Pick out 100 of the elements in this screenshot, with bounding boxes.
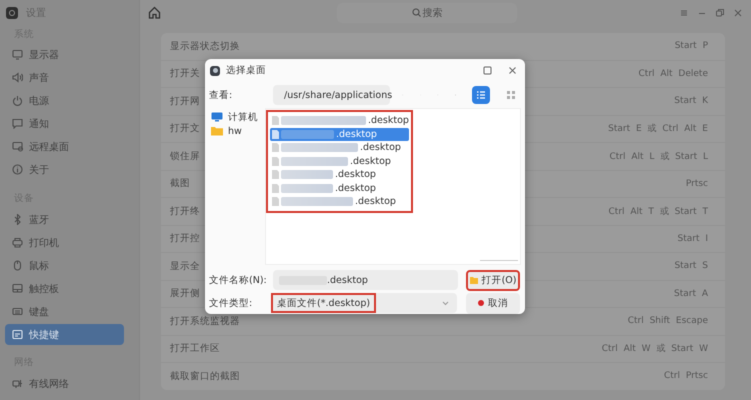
place-label: 计算机 — [228, 110, 258, 124]
filename-value: .desktop — [327, 274, 368, 286]
dialog-icon — [210, 66, 220, 76]
sidebar-item[interactable]: 鼠标 — [0, 254, 139, 277]
search-field[interactable]: 搜索 — [337, 2, 517, 22]
app-icon — [6, 6, 18, 18]
file-name: .desktop — [360, 142, 401, 154]
view-mode-button[interactable] — [472, 86, 490, 104]
file-row[interactable]: .desktop — [270, 114, 409, 128]
list-view-icon — [476, 90, 486, 100]
shortcut-row[interactable]: 截取窗口的截图 Ctrl Prtsc — [161, 363, 725, 390]
shortcut-name: 显示器状态切换 — [170, 40, 240, 53]
redacted-bar — [281, 130, 334, 139]
place-item[interactable]: hw — [208, 125, 263, 137]
shortcut-name: 截取窗口的截图 — [170, 370, 240, 383]
shortcut-name: 打开系统监视器 — [170, 314, 240, 328]
redacted-bar — [281, 197, 353, 206]
shortcut-keys: Ctrl Alt W 或 Start W — [602, 342, 708, 356]
file-row[interactable]: .desktop — [270, 154, 409, 168]
info-icon — [12, 164, 23, 175]
message-icon — [12, 118, 23, 129]
path-text: /usr/share/applications — [284, 90, 392, 100]
shortcut-keys: Start K — [674, 96, 708, 106]
shortcut-name: 打开终 — [170, 204, 200, 218]
shortcut-keys: Start I — [677, 234, 708, 244]
sidebar-item[interactable]: 快捷键 — [5, 324, 124, 345]
sidebar-item[interactable]: 远程桌面 — [0, 135, 139, 158]
grid-view-icon — [506, 90, 516, 100]
shortcut-keys: Ctrl Alt L 或 Start L — [609, 150, 708, 163]
place-label: hw — [228, 126, 242, 136]
power-icon — [12, 95, 23, 106]
file-name: .desktop — [336, 128, 377, 140]
cancel-button[interactable]: 取消 — [466, 292, 520, 314]
close-icon[interactable] — [508, 66, 517, 75]
shortcut-row[interactable]: 显示器状态切换 Start P — [161, 33, 725, 60]
shortcut-name: 截图 — [170, 177, 190, 190]
dot-icon — [478, 300, 484, 306]
file-name: .desktop — [350, 156, 391, 167]
touchpad-icon — [12, 283, 23, 294]
redacted-bar — [281, 156, 348, 166]
file-name: .desktop — [335, 169, 376, 180]
file-row[interactable]: .desktop — [270, 168, 409, 182]
bluetooth-icon — [12, 214, 23, 225]
home-icon[interactable] — [148, 6, 161, 19]
network-icon — [12, 378, 23, 389]
file-row[interactable]: .desktop — [270, 128, 409, 141]
filetype-label: 文件类型: — [209, 296, 254, 310]
monitor-icon — [12, 141, 23, 152]
shortcut-keys: Start A — [674, 288, 708, 299]
folder-icon — [470, 276, 478, 284]
shortcut-name: 打开关 — [170, 67, 200, 80]
sidebar-item[interactable]: 触控板 — [0, 277, 139, 300]
chevron-icon — [442, 300, 450, 306]
monitor-icon — [12, 49, 23, 60]
sidebar-item[interactable]: 关于 — [0, 158, 139, 181]
restore-icon[interactable] — [715, 8, 725, 18]
sidebar-item[interactable]: 显示器 — [0, 43, 139, 66]
filetype-value: 桌面文件(*.desktop) — [271, 293, 376, 313]
keyboard-icon — [12, 306, 23, 317]
file-row[interactable]: .desktop — [270, 182, 409, 195]
shortcut-name: 显示全 — [170, 260, 200, 273]
search-placeholder: 搜索 — [422, 6, 442, 20]
redacted-bar — [281, 170, 333, 180]
maximize-icon[interactable] — [483, 66, 492, 75]
speaker-icon — [12, 72, 23, 83]
sidebar-item[interactable]: 声音 — [0, 66, 139, 89]
filename-label: 文件名称(N): — [209, 274, 268, 286]
sidebar-item[interactable]: 通知 — [0, 112, 139, 135]
sidebar-item[interactable]: 打印机 — [0, 231, 139, 254]
file-row[interactable]: .desktop — [270, 141, 409, 154]
shortcut-name: 打开文 — [170, 122, 200, 136]
place-item[interactable]: 计算机 — [208, 111, 263, 123]
close-icon[interactable] — [733, 8, 743, 18]
shortcut-keys: Start P — [674, 41, 708, 52]
shortcut-row[interactable]: 打开工作区 Ctrl Alt W 或 Start W — [161, 336, 725, 362]
shortcut-keys: Ctrl Shift Escape — [628, 316, 708, 326]
shortcut-keys: Start E 或 Ctrl Alt E — [608, 122, 708, 136]
open-button[interactable]: 打开(O) — [466, 270, 520, 290]
filename-field[interactable]: .desktop — [273, 270, 458, 290]
path-dropdown[interactable]: /usr/share/applications — [273, 85, 390, 105]
shortcut-keys: Prtsc — [686, 178, 708, 189]
shortcut-name: 打开网 — [170, 94, 200, 108]
shortcut-keys: Ctrl Alt T 或 Start T — [608, 204, 708, 218]
sidebar-item[interactable]: 有线网络 — [0, 372, 139, 395]
shortcut-name: 展开侧 — [170, 287, 200, 300]
file-row[interactable]: .desktop — [270, 195, 409, 208]
shortcut-keys: Start S — [674, 261, 708, 272]
folder-icon — [211, 126, 223, 136]
menu-icon[interactable] — [679, 8, 689, 18]
sidebar-item[interactable]: 蓝牙 — [0, 208, 139, 231]
shortcut-name: 锁住屏 — [170, 150, 200, 163]
sidebar-item[interactable]: 电源 — [0, 89, 139, 112]
keyboard-icon — [12, 329, 23, 340]
printer-icon — [12, 237, 23, 248]
shortcut-keys: Ctrl Alt Delete — [638, 68, 708, 79]
monitor-icon — [211, 112, 223, 122]
file-name: .desktop — [335, 182, 376, 194]
filetype-dropdown[interactable]: 桌面文件(*.desktop) — [271, 293, 458, 313]
shortcut-name: 打开控 — [170, 232, 200, 246]
sidebar-item[interactable]: 键盘 — [0, 300, 139, 323]
